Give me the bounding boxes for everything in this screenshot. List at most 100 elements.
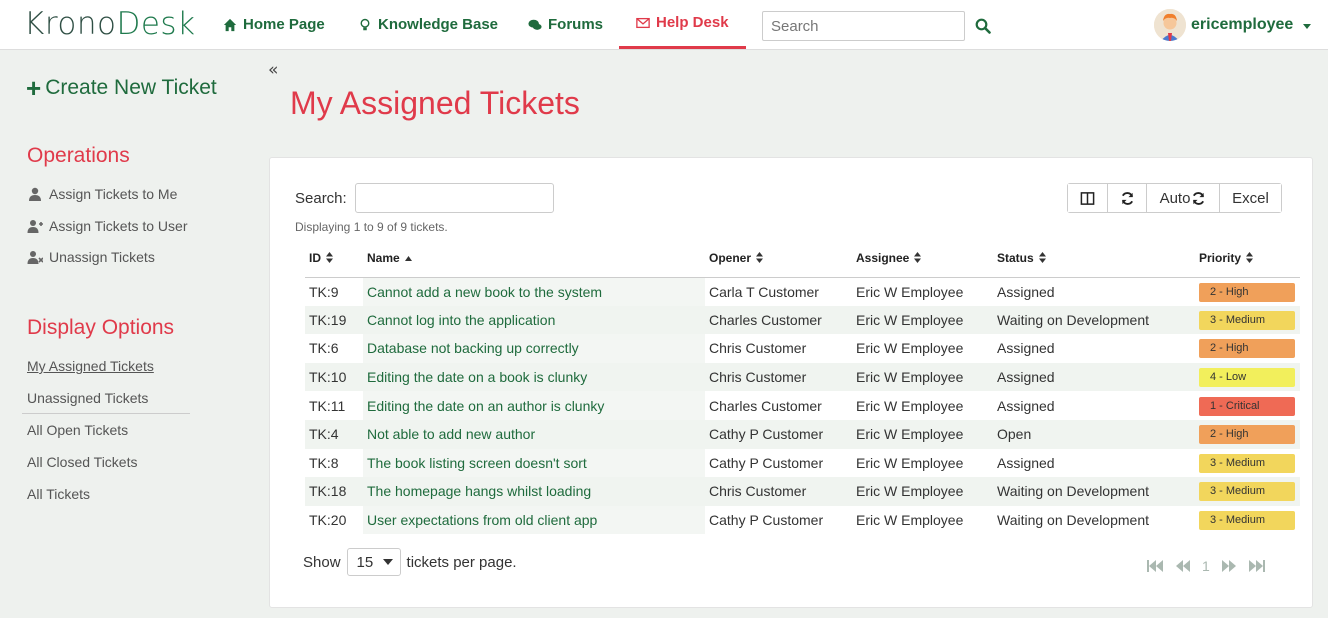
sidebar-item-assign-to-user[interactable]: Assign Tickets to User xyxy=(27,218,188,234)
status-cell: Waiting on Development xyxy=(993,477,1195,506)
ticket-name-link[interactable]: Editing the date on an author is clunky xyxy=(363,391,705,420)
ticket-id-cell: TK:18 xyxy=(305,477,363,506)
priority-cell: 3 - Medium xyxy=(1195,506,1300,535)
priority-cell: 4 - Low xyxy=(1195,362,1300,392)
chevron-down-icon xyxy=(383,559,394,565)
priority-cell: 3 - Medium xyxy=(1195,305,1300,335)
user-times-icon xyxy=(27,251,43,264)
sidebar-item-all-tickets[interactable]: All Tickets xyxy=(27,486,90,502)
comments-icon xyxy=(528,19,542,30)
assignee-cell: Eric W Employee xyxy=(856,512,964,529)
opener-cell: Chris Customer xyxy=(709,340,807,357)
sidebar-item-all-open[interactable]: All Open Tickets xyxy=(27,422,128,438)
sidebar-item-unassigned[interactable]: Unassigned Tickets xyxy=(27,390,148,406)
assignee-cell: Eric W Employee xyxy=(856,283,964,300)
ticket-name-link[interactable]: The book listing screen doesn't sort xyxy=(363,448,705,478)
ticket-name-link[interactable]: Cannot log into the application xyxy=(363,305,705,335)
assignee-cell: Eric W Employee xyxy=(852,362,993,392)
status-cell: Assigned xyxy=(997,340,1055,357)
table-row[interactable]: TK:10 Editing the date on a book is clunk… xyxy=(305,362,1300,392)
sidebar-item-unassign[interactable]: Unassign Tickets xyxy=(27,249,155,265)
auto-refresh-button[interactable]: Auto xyxy=(1147,184,1220,212)
table-row[interactable]: TK:6 Database not backing up correctly Chr… xyxy=(305,334,1300,363)
status-cell: Assigned xyxy=(997,454,1055,471)
priority-badge: 2 - High xyxy=(1199,425,1295,445)
sidebar-divider xyxy=(22,413,190,414)
user-plus-icon xyxy=(27,220,43,233)
priority-cell: 3 - Medium xyxy=(1195,449,1300,478)
col-name-header[interactable]: Name xyxy=(363,240,705,278)
ticket-name-link[interactable]: Editing the date on a book is clunky xyxy=(363,362,705,392)
create-ticket-button[interactable]: + Create New Ticket xyxy=(26,73,217,103)
table-row[interactable]: TK:19 Cannot log into the application Char… xyxy=(305,305,1300,335)
ticket-name-link[interactable]: Database not backing up correctly xyxy=(363,334,705,363)
table-row[interactable]: TK:4 Not able to add new author Cathy P Cu… xyxy=(305,419,1300,449)
search-icon[interactable] xyxy=(975,18,991,34)
username[interactable]: ericemployee xyxy=(1191,16,1293,34)
nav-forums[interactable]: Forums xyxy=(528,0,603,50)
col-opener-header[interactable]: Opener xyxy=(705,240,852,278)
nav-knowledge-base[interactable]: Knowledge Base xyxy=(358,0,498,50)
collapse-sidebar-icon[interactable]: « xyxy=(268,60,278,80)
opener-cell: Chris Customer xyxy=(705,477,852,506)
status-cell: Assigned xyxy=(993,362,1195,392)
nav-home-page[interactable]: Home Page xyxy=(223,0,325,50)
sidebar-item-my-assigned[interactable]: My Assigned Tickets xyxy=(27,358,154,374)
nav-help-desk[interactable]: Help Desk xyxy=(619,0,746,49)
ticket-name-link[interactable]: Not able to add new author xyxy=(363,419,705,449)
table-row[interactable]: TK:20 User expectations from old client a… xyxy=(305,505,1300,535)
logo[interactable]: KronoDesk xyxy=(24,6,196,42)
sort-icon xyxy=(756,252,764,265)
opener-cell: Cathy P Customer xyxy=(709,454,824,471)
pagination: 1 xyxy=(1146,558,1266,574)
table-row[interactable]: TK:9 Cannot add a new book to the system C… xyxy=(305,277,1300,306)
ticket-name-link[interactable]: The homepage hangs whilst loading xyxy=(363,477,705,506)
nav-label: Home Page xyxy=(243,16,325,33)
last-page-icon[interactable] xyxy=(1248,559,1266,573)
ticket-name-link[interactable]: User expectations from old client app xyxy=(363,505,705,535)
ticket-name-link[interactable]: Cannot add a new book to the system xyxy=(363,277,705,306)
search-input[interactable] xyxy=(762,11,965,41)
opener-cell: Chris Customer xyxy=(705,362,852,392)
sidebar-item-all-closed[interactable]: All Closed Tickets xyxy=(27,454,137,470)
prev-page-icon[interactable] xyxy=(1174,559,1192,573)
refresh-icon xyxy=(1193,191,1205,205)
assignee-cell: Eric W Employee xyxy=(852,419,993,449)
status-cell: Assigned xyxy=(997,397,1055,414)
current-page[interactable]: 1 xyxy=(1202,558,1210,574)
display-options-title: Display Options xyxy=(27,316,175,339)
top-navbar: KronoDesk Home Page Knowledge Base Forum… xyxy=(0,0,1328,50)
col-id-header[interactable]: ID xyxy=(305,240,363,278)
columns-button[interactable] xyxy=(1068,184,1108,212)
opener-cell: Carla T Customer xyxy=(709,283,819,300)
envelope-icon xyxy=(636,17,650,29)
table-row[interactable]: TK:18 The homepage hangs whilst loading Ch… xyxy=(305,477,1300,506)
opener-cell: Cathy P Customer xyxy=(709,512,824,529)
table-row[interactable]: TK:11 Editing the date on an author is cl… xyxy=(305,391,1300,420)
table-toolbar: Auto Excel xyxy=(1067,183,1282,213)
ticket-id-cell: TK:19 xyxy=(305,305,363,335)
priority-badge: 2 - High xyxy=(1199,282,1295,302)
col-assignee-header[interactable]: Assignee xyxy=(852,240,993,278)
ticket-id-cell: TK:4 xyxy=(305,419,363,449)
chevron-down-icon[interactable] xyxy=(1303,24,1311,29)
table-search-input[interactable] xyxy=(355,183,554,213)
status-cell: Waiting on Development xyxy=(993,305,1195,335)
status-cell: Assigned xyxy=(997,283,1055,300)
sort-icon xyxy=(1038,252,1046,265)
assignee-cell: Eric W Employee xyxy=(856,340,964,357)
status-cell: Waiting on Development xyxy=(997,512,1150,529)
sidebar-item-assign-to-me[interactable]: Assign Tickets to Me xyxy=(27,186,177,202)
plus-icon: + xyxy=(26,73,42,103)
table-row[interactable]: TK:8 The book listing screen doesn't sort… xyxy=(305,448,1300,478)
assignee-cell: Eric W Employee xyxy=(856,397,964,414)
refresh-button[interactable] xyxy=(1108,184,1147,212)
col-priority-header[interactable]: Priority xyxy=(1195,240,1300,278)
excel-button[interactable]: Excel xyxy=(1220,184,1281,212)
priority-cell: 3 - Medium xyxy=(1195,477,1300,506)
first-page-icon[interactable] xyxy=(1146,559,1164,573)
page-size-select[interactable]: 15 xyxy=(346,548,401,576)
next-page-icon[interactable] xyxy=(1220,559,1238,573)
avatar[interactable] xyxy=(1154,9,1186,41)
col-status-header[interactable]: Status xyxy=(993,240,1195,278)
